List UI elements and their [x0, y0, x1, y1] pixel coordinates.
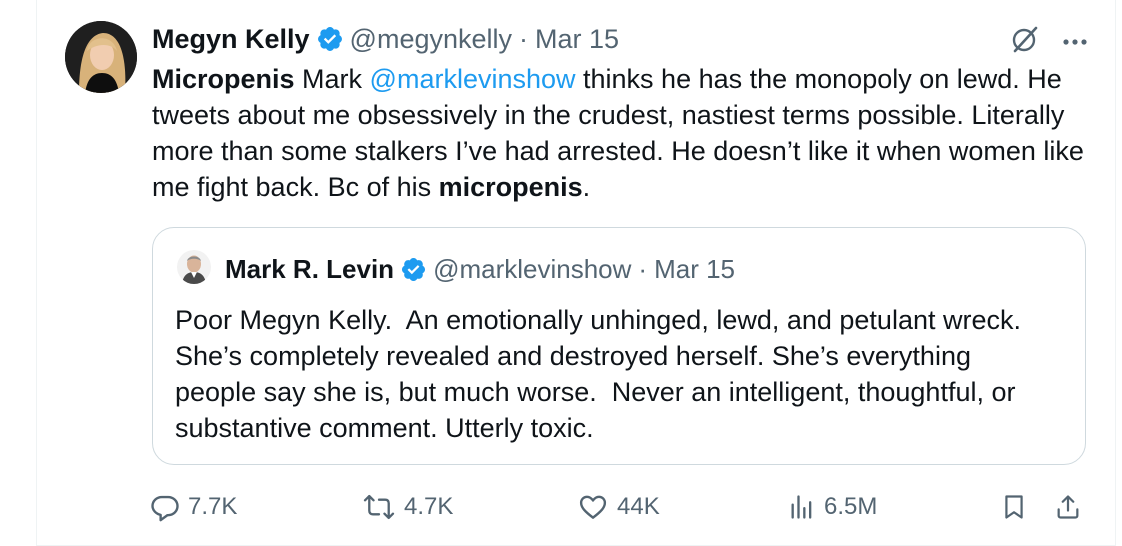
share-icon: [1054, 492, 1082, 522]
author-avatar[interactable]: [65, 21, 137, 93]
separator-dot: ·: [519, 23, 529, 54]
author-name[interactable]: Megyn Kelly: [152, 24, 310, 55]
tweet-text-end: .: [582, 172, 591, 202]
quoted-author-avatar[interactable]: [177, 250, 211, 284]
page: Megyn Kelly @megynkelly · Mar 15 Micrope…: [0, 0, 1122, 546]
bookmark-button[interactable]: [1000, 490, 1028, 524]
views-icon: [788, 492, 816, 522]
repost-count: 4.7K: [404, 493, 454, 520]
bookmark-icon: [1000, 492, 1028, 522]
quoted-author-handle[interactable]: @marklevinshow: [433, 254, 631, 285]
quoted-tweet[interactable]: Mark R. Levin @marklevinshow · Mar 15 Po…: [152, 227, 1086, 465]
share-button[interactable]: [1054, 490, 1082, 524]
quoted-author-name[interactable]: Mark R. Levin: [225, 254, 394, 285]
views-count: 6.5M: [824, 493, 878, 520]
quoted-header: Mark R. Levin @marklevinshow · Mar 15: [225, 252, 735, 286]
quoted-tweet-text: Poor Megyn Kelly. An emotionally unhinge…: [175, 305, 1037, 443]
tweet-date[interactable]: Mar 15: [535, 24, 619, 55]
like-button[interactable]: 44K: [577, 490, 660, 524]
like-icon: [577, 492, 609, 522]
author-handle[interactable]: @megynkelly: [350, 24, 512, 55]
views-button[interactable]: 6.5M: [788, 490, 877, 524]
separator-dot: ·: [638, 253, 648, 284]
verified-badge-icon[interactable]: [400, 256, 427, 283]
tweet-text: Micropenis Mark @marklevinshow thinks he…: [152, 61, 1092, 205]
tweet-bold-end: micropenis: [438, 172, 583, 202]
repost-icon: [362, 492, 396, 522]
reply-count: 7.7K: [188, 493, 238, 520]
quoted-tweet-date[interactable]: Mar 15: [654, 254, 735, 285]
header-actions: [1010, 24, 1088, 59]
more-icon[interactable]: [1062, 33, 1088, 51]
verified-badge-icon[interactable]: [316, 25, 344, 53]
reply-button[interactable]: 7.7K: [150, 490, 237, 524]
tweet-header: Megyn Kelly @megynkelly · Mar 15: [152, 22, 619, 56]
tweet-text-part: Mark: [294, 64, 370, 94]
action-bar: 7.7K 4.7K 44K 6.5M: [150, 490, 1086, 524]
tweet-bold-start: Micropenis: [152, 64, 295, 94]
reply-icon: [150, 492, 180, 522]
repost-button[interactable]: 4.7K: [362, 490, 453, 524]
grok-icon[interactable]: [1010, 24, 1040, 59]
like-count: 44K: [617, 493, 660, 520]
mention-link[interactable]: @marklevinshow: [370, 64, 576, 94]
